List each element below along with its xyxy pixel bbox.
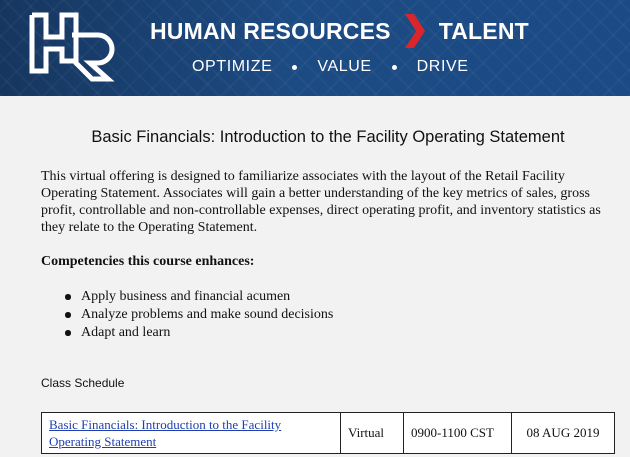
banner-title: HUMAN RESOURCES TALENT — [150, 14, 529, 48]
course-cell: Basic Financials: Introduction to the Fa… — [41, 412, 341, 454]
competencies-list: Apply business and financial acumen Anal… — [41, 288, 561, 342]
competencies-heading: Competencies this course enhances: — [41, 254, 255, 269]
format-cell: Virtual — [340, 412, 404, 454]
course-link[interactable]: Basic Financials: Introduction to the Fa… — [49, 417, 281, 449]
hr-logo-icon — [29, 12, 115, 82]
page-title: Basic Financials: Introduction to the Fa… — [91, 128, 565, 146]
date-cell: 08 AUG 2019 — [511, 412, 615, 454]
banner-subtitle-drive: DRIVE — [416, 58, 469, 75]
bullet-dot-icon — [292, 64, 298, 70]
bullet-dot-icon — [391, 64, 397, 70]
competency-item: Analyze problems and make sound decision… — [41, 306, 561, 324]
header-banner: HUMAN RESOURCES TALENT OPTIMIZE VALUE DR… — [0, 0, 630, 96]
chevron-right-icon — [404, 14, 425, 48]
schedule-heading: Class Schedule — [41, 376, 125, 390]
banner-title-left: HUMAN RESOURCES — [150, 17, 391, 44]
banner-title-right: TALENT — [438, 17, 529, 44]
banner-subtitle: OPTIMIZE VALUE DRIVE — [192, 58, 469, 76]
banner-subtitle-value: VALUE — [317, 58, 372, 75]
time-cell: 0900-1100 CST — [403, 412, 512, 454]
competency-item: Apply business and financial acumen — [41, 288, 561, 306]
competency-item: Adapt and learn — [41, 324, 561, 342]
course-description: This virtual offering is designed to fam… — [41, 169, 601, 235]
banner-subtitle-optimize: OPTIMIZE — [192, 58, 273, 75]
schedule-table: Basic Financials: Introduction to the Fa… — [41, 412, 615, 454]
table-row: Basic Financials: Introduction to the Fa… — [41, 412, 615, 454]
